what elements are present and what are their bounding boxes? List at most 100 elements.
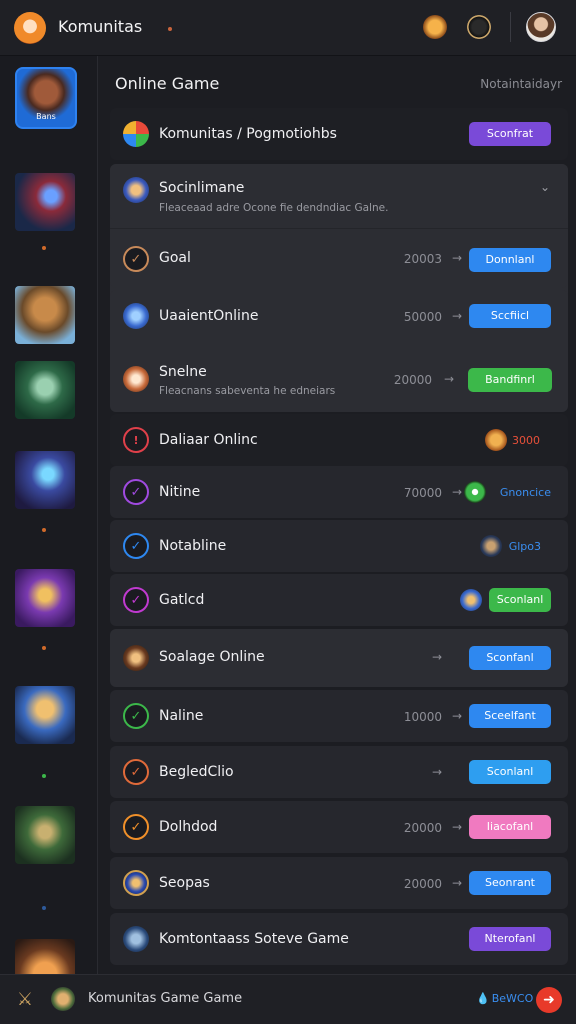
- top-bar: Komunitas: [0, 0, 576, 56]
- check-icon: ✓: [123, 246, 149, 272]
- arrow-right-icon: →: [431, 765, 442, 779]
- list-item[interactable]: Seopas 20000 → Seonrant: [110, 857, 568, 909]
- rail-thumb[interactable]: [15, 173, 75, 231]
- list-item[interactable]: ! Daliaar Onlinc 3000: [110, 414, 568, 466]
- row-value: 10000: [403, 710, 442, 724]
- row-action-button[interactable]: Sccfiicl: [469, 304, 551, 328]
- arrow-right-icon: →: [443, 372, 454, 386]
- arrow-right-icon: →: [451, 485, 462, 499]
- rail-thumb[interactable]: [15, 286, 75, 344]
- rail-thumb[interactable]: [15, 939, 75, 974]
- section-title: Online Game: [115, 74, 220, 93]
- bottom-status-label: BeWCO: [491, 992, 534, 1005]
- rail-dot: [42, 906, 46, 910]
- row-title: Gatlcd: [159, 592, 205, 608]
- row-action-button[interactable]: Iiacofanl: [469, 815, 551, 839]
- drop-icon: 💧: [476, 992, 490, 1005]
- list-item[interactable]: ✓ Naline 10000 → Sceelfant: [110, 690, 568, 742]
- row-action-button[interactable]: Sceelfant: [469, 704, 551, 728]
- check-icon: ✓: [123, 479, 149, 505]
- app-logo-icon[interactable]: [14, 12, 46, 44]
- game-avatar-icon[interactable]: [51, 987, 75, 1011]
- top-divider: [510, 12, 511, 42]
- row-action-button[interactable]: Sconfanl: [469, 646, 551, 670]
- list-item[interactable]: ✓ Gatlcd Sconlanl: [110, 574, 568, 626]
- user-avatar[interactable]: [526, 12, 556, 42]
- check-icon: ✓: [123, 533, 149, 559]
- rail-thumb-featured[interactable]: Bans: [15, 67, 77, 129]
- list-item[interactable]: ✓ BegledClio → Sconlanl: [110, 746, 568, 798]
- arrow-right-icon: →: [431, 650, 442, 664]
- row-value: 50000: [403, 310, 442, 324]
- rail-thumb[interactable]: [15, 361, 75, 419]
- arrow-right-icon: →: [451, 820, 462, 834]
- row-title: BegledClio: [159, 764, 234, 780]
- row-value: 70000: [403, 486, 442, 500]
- game-badge-icon: [480, 535, 502, 557]
- row-subtitle: Fleaceaad adre Ocone fie dendndiac Galne…: [159, 202, 389, 214]
- crossed-swords-icon[interactable]: ⚔: [14, 989, 36, 1011]
- row-title: Goal: [159, 250, 191, 266]
- row-title: Komtontaass Soteve Game: [159, 931, 349, 947]
- list-item[interactable]: UaaientOnline 50000 → Sccfiicl: [110, 290, 568, 342]
- notification-dot: [168, 27, 172, 31]
- coin-icon[interactable]: [423, 15, 447, 39]
- game-badge-icon: [460, 589, 482, 611]
- list-item[interactable]: Komtontaass Soteve Game Nterofanl: [110, 913, 568, 965]
- list-item[interactable]: Snelne Fleacnans sabeventa he edneiars 2…: [110, 348, 568, 410]
- rail-thumb-caption: Bans: [36, 112, 56, 121]
- row-title: Naline: [159, 708, 204, 724]
- arrow-right-icon: →: [451, 876, 462, 890]
- row-title: Nitine: [159, 484, 201, 500]
- pirate-icon[interactable]: [467, 15, 491, 39]
- row-action-button[interactable]: Seonrant: [469, 871, 551, 895]
- app-title: Komunitas: [58, 17, 143, 36]
- game-rail: Bans: [0, 56, 98, 974]
- list-item[interactable]: ✓ Goal 20003 → Donnlanl: [110, 228, 568, 288]
- row-value: 20000: [393, 373, 432, 387]
- row-title: Daliaar Onlinc: [159, 432, 258, 448]
- chevron-down-icon[interactable]: ⌄: [540, 180, 550, 194]
- arrow-right-icon: →: [451, 309, 462, 323]
- row-title: Soalage Online: [159, 649, 265, 665]
- check-icon: ✓: [123, 759, 149, 785]
- target-icon: [464, 481, 486, 503]
- list-item[interactable]: Soalage Online → Sconfanl: [110, 629, 568, 687]
- bottom-bar: ⚔ Komunitas Game Game 💧 BeWCO ➜: [0, 974, 576, 1024]
- row-title: Dolhdod: [159, 819, 218, 835]
- row-action-button[interactable]: Sconlanl: [489, 588, 551, 612]
- rail-thumb[interactable]: [15, 451, 75, 509]
- bottom-title: Komunitas Game Game: [88, 991, 243, 1006]
- game-logo-icon: [123, 926, 149, 952]
- row-title: Seopas: [159, 875, 210, 891]
- rail-dot: [42, 774, 46, 778]
- row-action-button[interactable]: Donnlanl: [469, 248, 551, 272]
- check-icon: ✓: [123, 814, 149, 840]
- list-item[interactable]: ✓ Dolhdod 20000 → Iiacofanl: [110, 801, 568, 853]
- list-item[interactable]: Komunitas / Pogmotiohbs Sconfrat: [110, 108, 568, 160]
- arrow-right-icon: →: [451, 251, 462, 265]
- list-item[interactable]: Socinlimane Fleaceaad adre Ocone fie den…: [110, 164, 568, 221]
- rail-thumb[interactable]: [15, 569, 75, 627]
- row-title: UaaientOnline: [159, 308, 259, 324]
- row-subtitle: Fleacnans sabeventa he edneiars: [159, 385, 336, 397]
- section-meta: Notaintaidayr: [480, 77, 562, 91]
- arrow-right-icon: →: [451, 709, 462, 723]
- rail-dot: [42, 246, 46, 250]
- arrow-right-icon[interactable]: ➜: [536, 987, 562, 1013]
- row-action-button[interactable]: Sconlanl: [469, 760, 551, 784]
- rail-thumb[interactable]: [15, 806, 75, 864]
- row-status: Gnoncice: [499, 486, 551, 499]
- list-item[interactable]: ✓ Notabline Glpo3: [110, 520, 568, 572]
- list-item[interactable]: ✓ Nitine 70000 → Gnoncice: [110, 466, 568, 518]
- row-value: 20000: [403, 821, 442, 835]
- game-logo-icon: [123, 366, 149, 392]
- row-action-button[interactable]: Nterofanl: [469, 927, 551, 951]
- rail-thumb[interactable]: [15, 686, 75, 744]
- game-logo-icon: [123, 121, 149, 147]
- row-title: Socinlimane: [159, 180, 245, 196]
- row-action-button[interactable]: Sconfrat: [469, 122, 551, 146]
- row-action-button[interactable]: Bandfinrl: [468, 368, 552, 392]
- bottom-status: 💧 BeWCO: [476, 992, 533, 1005]
- game-logo-icon: [123, 303, 149, 329]
